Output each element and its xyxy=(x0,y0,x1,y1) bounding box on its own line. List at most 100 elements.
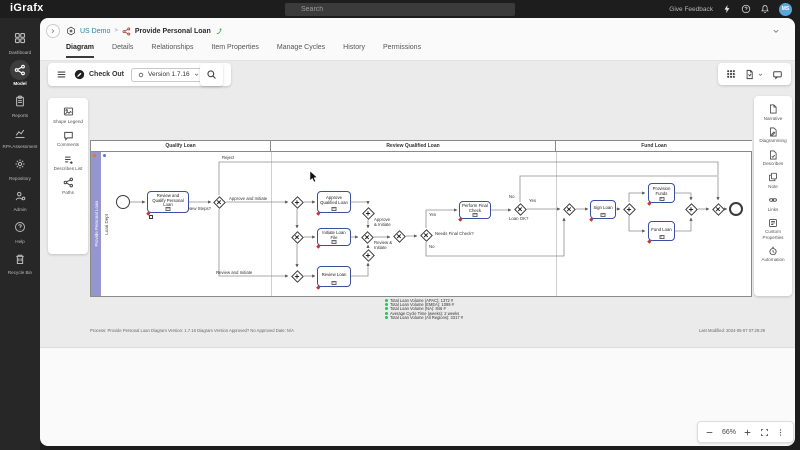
sidebar-item-admin[interactable]: Admin xyxy=(0,186,40,213)
page-options-button[interactable] xyxy=(744,69,764,80)
page-icon xyxy=(744,69,755,80)
fullscreen-icon[interactable] xyxy=(760,428,769,437)
breadcrumb-page-title: Provide Personal Loan xyxy=(135,28,211,35)
rpa-chart-icon xyxy=(14,127,26,139)
tab-relationships[interactable]: Relationships xyxy=(151,44,193,58)
note-tool[interactable]: Note xyxy=(754,169,792,192)
describes-tool[interactable]: Describes xyxy=(754,147,792,170)
diagram-search-button[interactable] xyxy=(200,63,223,86)
diagram-canvas[interactable]: Check Out Version 1.7.16 Sh xyxy=(40,61,795,348)
kpi-annotations: Total Loan Volume (APAC): 1372 # Total L… xyxy=(385,298,463,320)
panel-chevron-down-icon[interactable] xyxy=(771,26,781,36)
sidebar-item-help[interactable]: Help xyxy=(0,217,40,244)
links-tool[interactable]: Links xyxy=(754,192,792,215)
gateway-parallel-split-2[interactable]: + xyxy=(291,270,304,283)
zoom-out-icon[interactable] xyxy=(705,428,714,437)
automation-tool[interactable]: Automation xyxy=(754,243,792,266)
tab-item-properties[interactable]: Item Properties xyxy=(211,44,258,58)
model-share-icon xyxy=(14,64,26,76)
sidebar-item-model[interactable]: Model xyxy=(0,60,40,87)
help-icon[interactable] xyxy=(741,4,751,14)
sidebar-item-repository[interactable]: Repository xyxy=(0,154,40,181)
chevron-down-icon xyxy=(757,71,764,78)
comment-bubble-icon[interactable] xyxy=(772,69,783,80)
kpi-dot xyxy=(385,316,388,319)
gateway-review-initiate-join[interactable]: + xyxy=(362,249,375,262)
main-panel: US Demo > Provide Personal Loan Diagram … xyxy=(40,18,795,446)
gateway-final-merge[interactable]: × xyxy=(712,203,725,216)
give-feedback-link[interactable]: Give Feedback xyxy=(669,6,713,13)
lightning-icon[interactable] xyxy=(722,4,732,14)
custom-properties-tool[interactable]: Custom Properties xyxy=(754,215,792,243)
gateway-fund-entry[interactable]: × xyxy=(563,203,576,216)
gateway-exclusive-join[interactable]: × xyxy=(361,231,374,244)
automation-icon xyxy=(768,246,778,256)
tab-permissions[interactable]: Permissions xyxy=(383,44,421,58)
task-initiate-loan-file[interactable]: Initiate Loan File+ xyxy=(317,228,351,246)
left-nav-sidebar: Dashboard Model Reports RPA Assessment R… xyxy=(0,18,40,450)
task-sign-loan[interactable]: Sign Loan+ xyxy=(590,200,616,219)
gateway-parallel-split-1[interactable]: + xyxy=(291,196,304,209)
zoom-level: 66% xyxy=(722,429,736,436)
links-icon xyxy=(768,195,778,205)
narrative-icon xyxy=(768,104,778,114)
version-ring-icon xyxy=(137,71,145,79)
trash-icon xyxy=(14,253,26,265)
sidebar-item-rpa-assessment[interactable]: RPA Assessment xyxy=(0,123,40,150)
search-input[interactable] xyxy=(285,3,515,16)
diagramming-tool[interactable]: Diagramming xyxy=(754,124,792,147)
gateway-merge[interactable]: × xyxy=(393,230,406,243)
shape-legend-tool[interactable]: Shape Legend xyxy=(48,103,88,127)
check-out-pencil-icon xyxy=(74,69,85,80)
branch-status-icon[interactable] xyxy=(215,27,223,35)
process-share-icon xyxy=(122,27,131,36)
flow-label-yes-2: Yes xyxy=(529,199,536,204)
gateway-new-steps[interactable]: × xyxy=(213,196,226,209)
sidebar-item-recycle-bin[interactable]: Recycle Bin xyxy=(0,249,40,276)
tab-details[interactable]: Details xyxy=(112,44,133,58)
gateway-approve-initiate-join[interactable]: + xyxy=(362,207,375,220)
flow-label-no-1: No xyxy=(429,245,435,250)
gateway-fund-join[interactable]: + xyxy=(685,203,698,216)
collapse-panel-button[interactable] xyxy=(46,24,60,38)
zoom-in-icon[interactable] xyxy=(743,428,752,437)
tab-manage-cycles[interactable]: Manage Cycles xyxy=(277,44,325,58)
notifications-bell-icon[interactable] xyxy=(760,4,770,14)
task-perform-final-check[interactable]: Perform Final Check+ xyxy=(459,201,491,219)
grid-view-icon[interactable] xyxy=(726,69,736,79)
narrative-tool[interactable]: Narrative xyxy=(754,101,792,124)
describes-list-tool[interactable]: Describes List xyxy=(48,151,88,175)
comments-tool[interactable]: Comments xyxy=(48,127,88,151)
sidebar-item-reports[interactable]: Reports xyxy=(0,91,40,118)
task-provision-funds[interactable]: Provision Funds+ xyxy=(648,183,675,203)
start-event[interactable] xyxy=(116,195,130,209)
gateway-fund-split[interactable]: + xyxy=(623,203,636,216)
gateway-exclusive-mid[interactable]: × xyxy=(291,231,304,244)
kpi-dot xyxy=(385,307,388,310)
check-out-button[interactable]: Check Out xyxy=(74,69,124,80)
chevron-right-icon xyxy=(49,27,57,35)
dashboard-icon xyxy=(14,32,26,44)
more-options-kebab-icon[interactable] xyxy=(776,428,785,437)
user-avatar[interactable]: MS xyxy=(779,3,792,16)
tab-diagram[interactable]: Diagram xyxy=(66,44,94,58)
shape-legend-icon xyxy=(63,106,74,117)
version-dropdown[interactable]: Version 1.7.16 xyxy=(131,68,206,82)
sidebar-item-dashboard[interactable]: Dashboard xyxy=(0,28,40,55)
help-circle-icon xyxy=(14,221,26,233)
paths-tool[interactable]: Paths xyxy=(48,174,88,198)
gateway-needs-final-check[interactable]: × xyxy=(420,229,433,242)
top-app-bar: iGrafx Give Feedback MS xyxy=(0,0,800,18)
task-review-loan[interactable]: Review Loan+ xyxy=(317,266,351,287)
end-event[interactable] xyxy=(729,202,743,216)
describes-list-icon xyxy=(63,154,74,165)
kpi-dot xyxy=(385,303,388,306)
gateway-loan-ok[interactable]: × xyxy=(514,203,527,216)
tab-history[interactable]: History xyxy=(343,44,365,58)
task-fund-loan[interactable]: Fund Loan+ xyxy=(648,221,675,241)
task-approve-qualified-loan[interactable]: Approve Qualified Loan+ xyxy=(317,191,351,213)
flow-label-yes-1: Yes xyxy=(429,213,436,218)
breadcrumb-workspace-link[interactable]: US Demo xyxy=(80,28,110,35)
task-review-and-qualify-personal-loan[interactable]: Review and Qualify Personal Loan+ xyxy=(147,191,189,213)
menu-hamburger-icon[interactable] xyxy=(56,69,67,80)
